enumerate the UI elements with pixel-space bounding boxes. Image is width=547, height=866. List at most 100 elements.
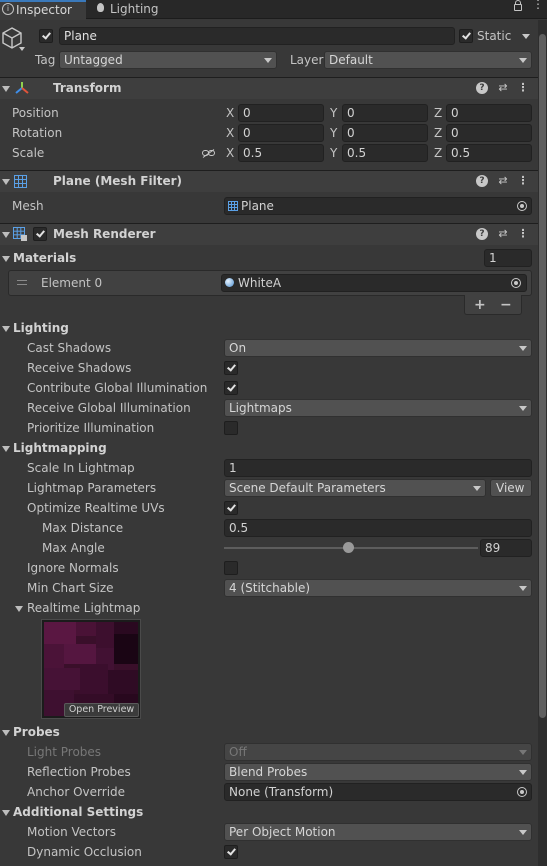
rotation-z-axis[interactable]: Z <box>434 123 442 143</box>
preset-icon[interactable]: ⇄ <box>496 174 510 188</box>
scale-label: Scale <box>12 146 45 160</box>
scale-y-field[interactable]: 0.5 <box>342 144 428 162</box>
lightmapping-title: Lightmapping <box>13 441 107 455</box>
open-preview-button[interactable]: Open Preview <box>64 703 139 717</box>
help-icon[interactable]: ? <box>476 228 488 240</box>
scale-x-field[interactable]: 0.5 <box>238 144 324 162</box>
rotation-x-axis[interactable]: X <box>226 123 234 143</box>
max-angle-slider-thumb[interactable] <box>343 542 355 553</box>
lighting-foldout-icon[interactable] <box>2 326 10 332</box>
contribute-gi-checkbox[interactable] <box>224 381 238 395</box>
transform-foldout-icon[interactable] <box>2 86 10 92</box>
materials-label: Materials <box>13 251 77 265</box>
object-picker-icon[interactable] <box>511 278 521 288</box>
lightmap-parameters-dropdown[interactable]: Scene Default Parameters <box>224 479 486 497</box>
mesh-renderer-enabled-checkbox[interactable] <box>33 227 47 241</box>
max-distance-field[interactable]: 0.5 <box>224 519 532 537</box>
optimize-uvs-checkbox[interactable] <box>224 501 238 515</box>
drag-handle-icon[interactable] <box>17 280 27 285</box>
layer-dropdown[interactable]: Default <box>324 51 532 69</box>
tag-dropdown[interactable]: Untagged <box>59 51 277 69</box>
scale-x-axis[interactable]: X <box>226 143 234 163</box>
static-checkbox[interactable] <box>459 29 473 43</box>
rotation-x-field[interactable]: 0 <box>238 124 324 142</box>
lightmapping-foldout-icon[interactable] <box>2 446 10 452</box>
mesh-renderer-foldout-icon[interactable] <box>2 232 10 238</box>
material-icon <box>225 278 234 287</box>
additional-settings-foldout-icon[interactable] <box>2 810 10 816</box>
probes-foldout-icon[interactable] <box>2 730 10 736</box>
scale-in-lightmap-field[interactable]: 1 <box>224 459 532 477</box>
rotation-z-field[interactable]: 0 <box>446 124 532 142</box>
view-button[interactable]: View <box>490 479 532 497</box>
prioritize-illumination-checkbox[interactable] <box>224 421 238 435</box>
realtime-lightmap-preview[interactable]: Open Preview <box>41 619 141 719</box>
help-icon[interactable]: ? <box>476 175 488 187</box>
anchor-override-field[interactable]: None (Transform) <box>224 783 532 801</box>
context-menu-icon[interactable]: ⋮ <box>516 81 530 95</box>
optimize-uvs-label: Optimize Realtime UVs <box>27 501 165 515</box>
position-y-axis[interactable]: Y <box>330 103 337 123</box>
motion-vectors-dropdown[interactable]: Per Object Motion <box>224 823 532 841</box>
mesh-renderer-icon <box>13 227 28 242</box>
mesh-filter-foldout-icon[interactable] <box>2 179 10 185</box>
tab-lighting[interactable]: Lighting <box>88 0 178 19</box>
scale-y-axis[interactable]: Y <box>330 143 337 163</box>
receive-gi-dropdown[interactable]: Lightmaps <box>224 399 532 417</box>
help-icon[interactable]: ? <box>476 82 488 94</box>
rotation-y-axis[interactable]: Y <box>330 123 337 143</box>
position-y-field[interactable]: 0 <box>342 104 428 122</box>
transform-title: Transform <box>53 81 122 95</box>
ignore-normals-checkbox[interactable] <box>224 561 238 575</box>
tab-inspector[interactable]: i Inspector <box>0 0 86 20</box>
element-0-material-field[interactable]: WhiteA <box>221 274 527 292</box>
max-angle-field[interactable]: 89 <box>480 539 532 557</box>
element-0-value: WhiteA <box>238 276 282 290</box>
add-element-button[interactable]: + <box>474 295 486 315</box>
lightbulb-icon <box>97 3 104 12</box>
materials-count-field[interactable]: 1 <box>484 249 532 267</box>
position-z-axis[interactable]: Z <box>434 103 442 123</box>
reflection-probes-dropdown[interactable]: Blend Probes <box>224 763 532 781</box>
cast-shadows-value: On <box>229 341 247 355</box>
materials-foldout-icon[interactable] <box>2 256 10 262</box>
gameobject-icon-dropdown[interactable] <box>19 47 25 51</box>
active-checkbox[interactable] <box>39 29 53 43</box>
context-menu-icon[interactable]: ⋮ <box>516 174 530 188</box>
reflection-probes-value: Blend Probes <box>229 765 308 779</box>
position-z-field[interactable]: 0 <box>446 104 532 122</box>
object-picker-icon[interactable] <box>517 787 527 797</box>
scrollbar-thumb[interactable] <box>539 34 546 718</box>
anchor-override-label: Anchor Override <box>27 785 126 799</box>
object-name-field[interactable]: Plane <box>59 27 455 45</box>
scale-z-axis[interactable]: Z <box>434 143 442 163</box>
lighting-title: Lighting <box>13 321 69 335</box>
scale-z-field[interactable]: 0.5 <box>446 144 532 162</box>
constrain-proportions-icon[interactable] <box>202 147 215 158</box>
tab-menu-icon[interactable]: ⋮ <box>532 0 544 14</box>
dynamic-occlusion-label: Dynamic Occlusion <box>27 845 142 859</box>
dynamic-occlusion-checkbox[interactable] <box>224 845 238 859</box>
reflection-probes-label: Reflection Probes <box>27 765 131 779</box>
position-x-field[interactable]: 0 <box>238 104 324 122</box>
static-dropdown-arrow[interactable] <box>522 34 530 39</box>
tab-lighting-label: Lighting <box>110 2 159 16</box>
min-chart-size-dropdown[interactable]: 4 (Stitchable) <box>224 579 532 597</box>
mesh-object-field[interactable]: Plane <box>224 197 532 215</box>
position-x-axis[interactable]: X <box>226 103 234 123</box>
remove-element-button[interactable]: − <box>500 295 512 315</box>
additional-settings-title: Additional Settings <box>13 805 144 819</box>
scale-in-lightmap-label: Scale In Lightmap <box>27 461 135 475</box>
lock-icon[interactable] <box>514 0 522 11</box>
anchor-override-value: None (Transform) <box>229 785 334 799</box>
probes-title: Probes <box>13 725 60 739</box>
element-0-label: Element 0 <box>41 276 103 290</box>
preset-icon[interactable]: ⇄ <box>496 81 510 95</box>
object-picker-icon[interactable] <box>517 201 527 211</box>
preset-icon[interactable]: ⇄ <box>496 227 510 241</box>
context-menu-icon[interactable]: ⋮ <box>516 227 530 241</box>
receive-shadows-checkbox[interactable] <box>224 361 238 375</box>
rotation-y-field[interactable]: 0 <box>342 124 428 142</box>
cast-shadows-dropdown[interactable]: On <box>224 339 532 357</box>
realtime-lightmap-foldout-icon[interactable] <box>15 606 23 612</box>
